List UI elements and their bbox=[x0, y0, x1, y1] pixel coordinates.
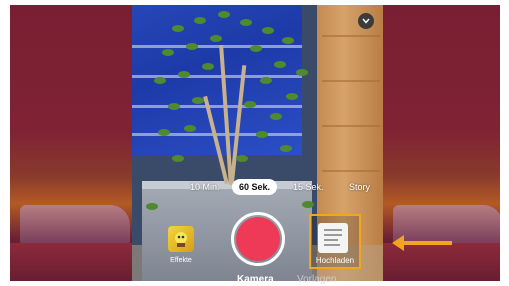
leaf bbox=[168, 103, 180, 110]
record-button[interactable] bbox=[231, 212, 285, 266]
leaf bbox=[260, 77, 272, 84]
wood-grain bbox=[322, 125, 380, 127]
leaf bbox=[178, 71, 190, 78]
leaf bbox=[184, 125, 196, 132]
duration-60-sek[interactable]: 60 Sek. bbox=[232, 179, 278, 195]
leaf bbox=[202, 63, 214, 70]
building-rail bbox=[132, 45, 302, 48]
record-button-icon bbox=[236, 217, 280, 261]
leaf bbox=[282, 37, 294, 44]
leaf bbox=[280, 145, 292, 152]
wood-grain bbox=[322, 80, 380, 82]
arrow-left-icon-head bbox=[392, 235, 404, 251]
leaf bbox=[192, 97, 204, 104]
leaf bbox=[262, 27, 274, 34]
upload-label: Hochladen bbox=[315, 256, 355, 265]
effects-label: Effekte bbox=[170, 257, 192, 264]
leaf bbox=[186, 43, 198, 50]
effects-thumbnail-icon bbox=[175, 232, 187, 247]
upload-thumbnail-icon bbox=[318, 223, 348, 253]
water-image bbox=[10, 243, 132, 281]
leaf bbox=[236, 155, 248, 162]
leaf bbox=[270, 113, 282, 120]
leaf bbox=[256, 131, 268, 138]
duration-selector: 10 Min. 60 Sek. 15 Sek. Story bbox=[132, 179, 383, 195]
leaf bbox=[162, 49, 174, 56]
leaf bbox=[154, 77, 166, 84]
leaf bbox=[274, 61, 286, 68]
leaf bbox=[146, 203, 158, 210]
duration-story[interactable]: Story bbox=[349, 179, 370, 195]
chevron-down-icon bbox=[362, 18, 370, 24]
leaf bbox=[250, 45, 262, 52]
building-rail bbox=[132, 105, 302, 108]
leaf bbox=[172, 25, 184, 32]
leaf bbox=[302, 201, 314, 208]
leaf bbox=[172, 155, 184, 162]
leaf bbox=[218, 11, 230, 18]
left-edge bbox=[0, 5, 10, 281]
duration-15-sek[interactable]: 15 Sek. bbox=[293, 179, 324, 195]
tab-vorlagen[interactable]: Vorlagen bbox=[297, 274, 336, 285]
document-icon bbox=[324, 229, 342, 246]
yacht-image bbox=[393, 205, 500, 245]
right-edge bbox=[500, 5, 509, 281]
wood-grain bbox=[322, 170, 380, 172]
arrow-left-icon bbox=[398, 241, 452, 245]
leaf bbox=[296, 69, 308, 76]
duration-10-min[interactable]: 10 Min. bbox=[190, 179, 220, 195]
effects-button[interactable] bbox=[168, 226, 194, 252]
blurred-background-left bbox=[10, 5, 132, 281]
tab-kamera[interactable]: Kamera bbox=[237, 274, 274, 285]
leaf bbox=[244, 101, 256, 108]
leaf bbox=[286, 93, 298, 100]
leaf bbox=[210, 35, 222, 42]
leaf bbox=[194, 17, 206, 24]
collapse-button[interactable] bbox=[358, 13, 374, 29]
leaf bbox=[240, 19, 252, 26]
leaf bbox=[158, 129, 170, 136]
yacht-image bbox=[20, 205, 130, 245]
wood-grain bbox=[322, 35, 380, 37]
